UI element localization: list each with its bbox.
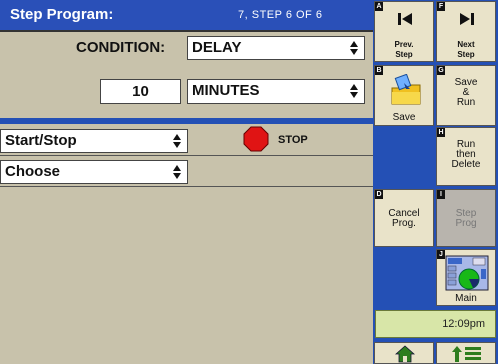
cancel-program-label: Cancel Prog. xyxy=(388,208,420,229)
condition-amount-field[interactable]: 10 xyxy=(100,79,181,104)
action2-value: Choose xyxy=(5,163,61,180)
stop-label: STOP xyxy=(278,134,308,146)
cancel-program-button[interactable]: D Cancel Prog. xyxy=(374,189,434,247)
key-label: I xyxy=(437,190,445,199)
key-label: B xyxy=(375,66,383,75)
step-program-button[interactable]: I Step Prog xyxy=(436,189,496,247)
key-label: A xyxy=(375,2,383,11)
key-label: D xyxy=(375,190,383,199)
condition-type-value: DELAY xyxy=(192,39,242,56)
run-then-delete-button[interactable]: H Run then Delete xyxy=(436,127,496,186)
main-button[interactable]: J Main xyxy=(436,249,496,306)
condition-label: CONDITION: xyxy=(76,39,166,56)
condition-unit-select[interactable]: MINUTES xyxy=(187,79,365,104)
step-program-label: Step Prog xyxy=(455,208,477,229)
home-icon xyxy=(394,345,416,364)
prev-step-label: Prev. Step xyxy=(394,40,414,59)
action-row: Choose xyxy=(0,157,373,187)
main-screen-icon xyxy=(445,255,489,294)
actions-panel: Start/Stop STOP Choose xyxy=(0,122,373,364)
step-program-screen: Step Program: 7, STEP 6 OF 6 CONDITION: … xyxy=(0,0,498,364)
page-title: Step Program: xyxy=(10,6,114,23)
next-step-button[interactable]: F Next Step xyxy=(436,1,496,62)
save-and-run-button[interactable]: G Save & Run xyxy=(436,65,496,126)
key-label: H xyxy=(437,128,445,137)
key-label: G xyxy=(437,66,445,75)
updown-arrows-icon xyxy=(349,82,359,100)
up-arrow-list-icon xyxy=(451,345,483,364)
action1-value: Start/Stop xyxy=(5,132,77,149)
updown-arrows-icon xyxy=(349,39,359,57)
updown-arrows-icon xyxy=(172,132,182,150)
save-and-run-label: Save & Run xyxy=(454,77,478,108)
save-label: Save xyxy=(392,112,416,123)
action1-select[interactable]: Start/Stop xyxy=(0,129,188,153)
skip-forward-icon xyxy=(459,12,475,29)
key-label: J xyxy=(437,250,445,259)
condition-panel: CONDITION: DELAY 10 MINUTES xyxy=(0,30,373,121)
folder-save-icon xyxy=(389,73,423,109)
key-label: F xyxy=(437,2,445,11)
condition-unit-value: MINUTES xyxy=(192,82,260,99)
run-then-delete-label: Run then Delete xyxy=(451,139,481,170)
next-step-label: Next Step xyxy=(457,40,475,59)
step-indicator: 7, STEP 6 OF 6 xyxy=(238,9,323,21)
updown-arrows-icon xyxy=(172,163,182,181)
stop-icon[interactable] xyxy=(243,126,269,152)
clock-display: 12:09pm xyxy=(375,310,496,338)
header-bar: Step Program: 7, STEP 6 OF 6 xyxy=(0,0,373,30)
save-button[interactable]: B Save xyxy=(374,65,434,126)
action-row: Start/Stop STOP xyxy=(0,126,373,156)
condition-type-select[interactable]: DELAY xyxy=(187,36,365,60)
home-button[interactable] xyxy=(374,342,434,364)
up-list-button[interactable] xyxy=(436,342,496,364)
action2-select[interactable]: Choose xyxy=(0,160,188,184)
prev-step-button[interactable]: A Prev. Step xyxy=(374,1,434,62)
skip-back-icon xyxy=(397,12,413,29)
main-label: Main xyxy=(455,293,477,304)
